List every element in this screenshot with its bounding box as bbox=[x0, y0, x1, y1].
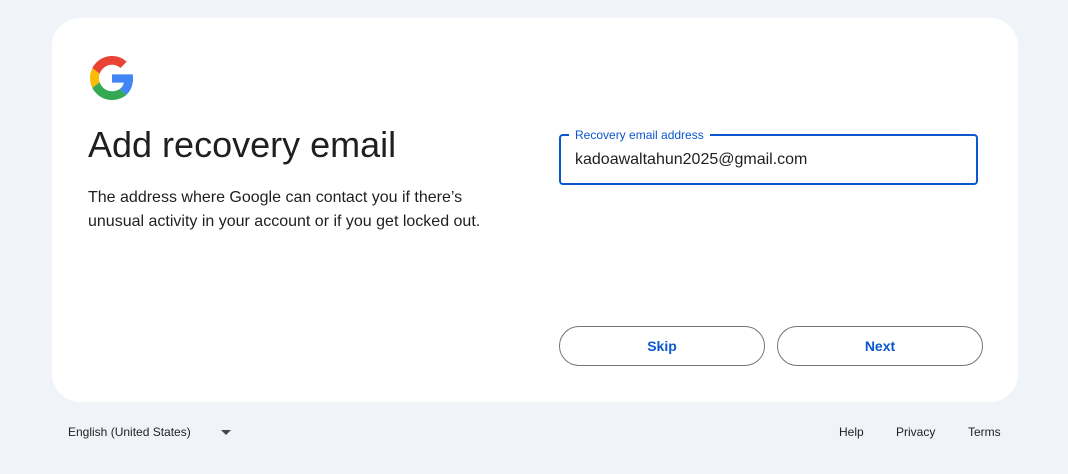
footer: English (United States) Help Privacy Ter… bbox=[0, 425, 1068, 445]
google-logo-icon bbox=[90, 56, 134, 100]
caret-down-icon bbox=[220, 429, 231, 435]
privacy-link[interactable]: Privacy bbox=[896, 425, 935, 439]
page-title: Add recovery email bbox=[88, 124, 397, 165]
language-selector[interactable]: English (United States) bbox=[68, 425, 231, 439]
language-label: English (United States) bbox=[68, 425, 191, 439]
signin-card: Add recovery email The address where Goo… bbox=[52, 18, 1018, 402]
help-link[interactable]: Help bbox=[839, 425, 864, 439]
page-description: The address where Google can contact you… bbox=[88, 189, 481, 230]
terms-link[interactable]: Terms bbox=[968, 425, 1001, 439]
recovery-email-field[interactable]: Recovery email address bbox=[559, 127, 978, 185]
recovery-email-input[interactable] bbox=[575, 136, 965, 183]
next-button[interactable]: Next bbox=[777, 326, 983, 366]
skip-button[interactable]: Skip bbox=[559, 326, 765, 366]
